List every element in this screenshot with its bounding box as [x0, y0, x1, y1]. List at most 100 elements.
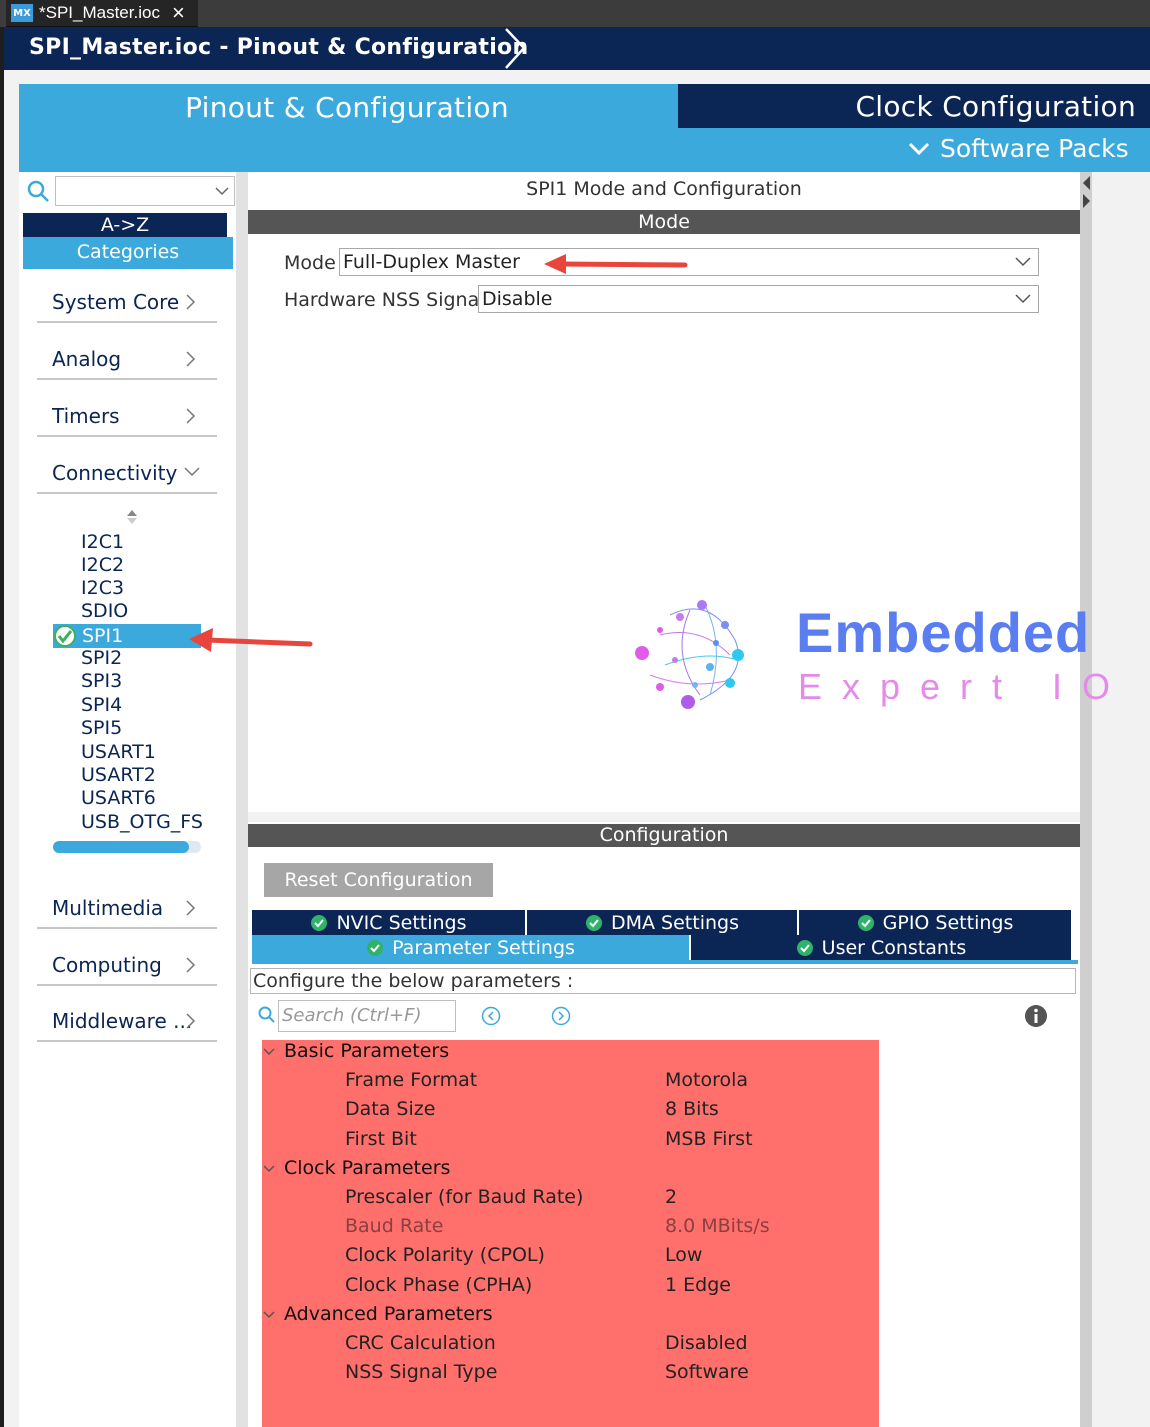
param-value[interactable]: 1 Edge — [665, 1274, 731, 1296]
sidebar-item-label: Computing — [52, 953, 162, 977]
param-value[interactable]: Motorola — [665, 1069, 748, 1091]
categories-button[interactable]: Categories — [23, 237, 233, 269]
param-value[interactable]: Software — [665, 1361, 749, 1383]
previous-result-icon[interactable] — [481, 1006, 501, 1026]
tab-label: Parameter Settings — [392, 936, 575, 959]
sidebar-item-analog[interactable]: Analog — [37, 340, 217, 380]
peripheral-item-sdio[interactable]: SDIO — [81, 600, 128, 623]
parameters-hint: Configure the below parameters : — [250, 968, 1076, 994]
chevron-right-icon — [186, 1013, 196, 1029]
breadcrumb: SPI_Master.ioc - Pinout & Configuration — [4, 27, 1150, 70]
chevron-right-icon — [186, 957, 196, 973]
param-name[interactable]: Clock Phase (CPHA) — [345, 1274, 532, 1296]
peripheral-item-usb-otg-fs[interactable]: USB_OTG_FS — [81, 811, 203, 834]
chevron-right-icon — [186, 351, 196, 367]
param-value[interactable]: Low — [665, 1244, 702, 1266]
close-icon[interactable]: × — [172, 2, 185, 24]
peripheral-item-spi3[interactable]: SPI3 — [81, 670, 122, 693]
param-name[interactable]: CRC Calculation — [345, 1332, 496, 1354]
param-name[interactable]: Frame Format — [345, 1069, 477, 1091]
sidebar-item-computing[interactable]: Computing — [37, 946, 217, 986]
peripheral-item-i2c3[interactable]: I2C3 — [81, 577, 124, 600]
param-name[interactable]: NSS Signal Type — [345, 1361, 497, 1383]
tab-gpio-settings[interactable]: GPIO Settings — [799, 910, 1071, 935]
tab-user-constants[interactable]: User Constants — [691, 935, 1071, 960]
peripheral-item-spi4[interactable]: SPI4 — [81, 694, 122, 717]
sidebar-item-label: Middleware ... — [52, 1009, 193, 1033]
param-name[interactable]: Clock Polarity (CPOL) — [345, 1244, 545, 1266]
param-value[interactable]: 2 — [665, 1186, 677, 1208]
sidebar-splitter[interactable] — [236, 172, 248, 1427]
param-name[interactable]: Data Size — [345, 1098, 435, 1120]
check-circle-icon — [54, 625, 76, 647]
peripheral-item-usart6[interactable]: USART6 — [81, 787, 156, 810]
group-basic-parameters[interactable]: Basic Parameters — [284, 1040, 449, 1062]
param-name: Baud Rate — [345, 1215, 444, 1237]
mode-label: Mode — [284, 252, 336, 274]
sidebar-item-multimedia[interactable]: Multimedia — [37, 889, 217, 929]
param-name[interactable]: First Bit — [345, 1128, 417, 1150]
mode-select[interactable]: Full-Duplex Master — [339, 248, 1039, 276]
chevron-down-icon[interactable] — [262, 1308, 276, 1322]
param-value[interactable]: 8 Bits — [665, 1098, 719, 1120]
tab-clock-configuration[interactable]: Clock Configuration — [678, 84, 1150, 128]
tab-nvic-settings[interactable]: NVIC Settings — [252, 910, 527, 935]
chevron-down-icon[interactable] — [214, 179, 230, 203]
sidebar-search-input[interactable] — [55, 176, 235, 206]
sidebar-item-middleware[interactable]: Middleware ... — [37, 1002, 217, 1042]
tab-dma-settings[interactable]: DMA Settings — [527, 910, 799, 935]
group-clock-parameters[interactable]: Clock Parameters — [284, 1157, 450, 1179]
software-packs-label: Software Packs — [940, 134, 1129, 163]
hardware-nss-value: Disable — [482, 288, 553, 310]
collapse-arrows-icon[interactable] — [1080, 172, 1092, 212]
editor-file-tab[interactable]: MX *SPI_Master.ioc × — [6, 0, 198, 27]
scrollbar-thumb[interactable] — [53, 841, 189, 853]
check-circle-icon — [857, 914, 874, 931]
parameter-search-input[interactable]: Search (Ctrl+F) — [278, 1000, 456, 1032]
mode-section-header: Mode — [248, 210, 1080, 234]
peripheral-item-i2c2[interactable]: I2C2 — [81, 554, 124, 577]
next-result-icon[interactable] — [551, 1006, 571, 1026]
check-circle-icon — [311, 914, 328, 931]
param-name[interactable]: Prescaler (for Baud Rate) — [345, 1186, 583, 1208]
search-icon[interactable] — [27, 180, 51, 204]
peripheral-item-i2c1[interactable]: I2C1 — [81, 531, 124, 554]
editor-tab-title: *SPI_Master.ioc — [39, 3, 160, 22]
param-value: 8.0 MBits/s — [665, 1215, 770, 1237]
sidebar-item-timers[interactable]: Timers — [37, 397, 217, 437]
sidebar-item-connectivity[interactable]: Connectivity — [37, 454, 217, 494]
peripheral-item-spi2[interactable]: SPI2 — [81, 647, 122, 670]
sort-az-button[interactable]: A->Z — [23, 213, 227, 237]
param-value[interactable]: Disabled — [665, 1332, 748, 1354]
info-icon[interactable] — [1024, 1004, 1048, 1028]
tab-label: NVIC Settings — [336, 911, 467, 934]
chevron-down-icon[interactable] — [262, 1045, 276, 1059]
search-icon — [258, 1006, 275, 1023]
tab-pinout-configuration[interactable]: Pinout & Configuration — [19, 84, 675, 130]
param-value[interactable]: MSB First — [665, 1128, 753, 1150]
chevron-down-icon — [1015, 294, 1031, 304]
horizontal-scrollbar[interactable] — [53, 841, 201, 853]
chevron-right-icon — [186, 294, 196, 310]
peripheral-item-spi5[interactable]: SPI5 — [81, 717, 122, 740]
hardware-nss-select[interactable]: Disable — [478, 285, 1039, 313]
configuration-section-header: Configuration — [248, 824, 1080, 847]
embedded-expert-logo — [635, 600, 744, 709]
sidebar-item-label: Analog — [52, 347, 122, 371]
chevron-down-icon — [1015, 257, 1031, 267]
chevron-right-icon — [186, 408, 196, 424]
software-packs-menu[interactable]: Software Packs — [908, 134, 1129, 163]
peripheral-item-usart2[interactable]: USART2 — [81, 764, 156, 787]
group-advanced-parameters[interactable]: Advanced Parameters — [284, 1303, 493, 1325]
reset-configuration-button[interactable]: Reset Configuration — [264, 863, 493, 897]
chevron-down-icon[interactable] — [262, 1162, 276, 1176]
scroll-arrows-icon[interactable] — [125, 508, 139, 526]
tab-parameter-settings[interactable]: Parameter Settings — [252, 935, 691, 960]
peripheral-item-usart1[interactable]: USART1 — [81, 741, 156, 764]
tab-underline — [252, 960, 1078, 964]
sidebar-item-system-core[interactable]: System Core — [37, 283, 217, 323]
chevron-right-icon — [505, 28, 526, 69]
panel-splitter[interactable] — [1080, 172, 1092, 1427]
breadcrumb-label[interactable]: SPI_Master.ioc - Pinout & Configuration — [29, 35, 528, 60]
tab-label: DMA Settings — [611, 911, 739, 934]
